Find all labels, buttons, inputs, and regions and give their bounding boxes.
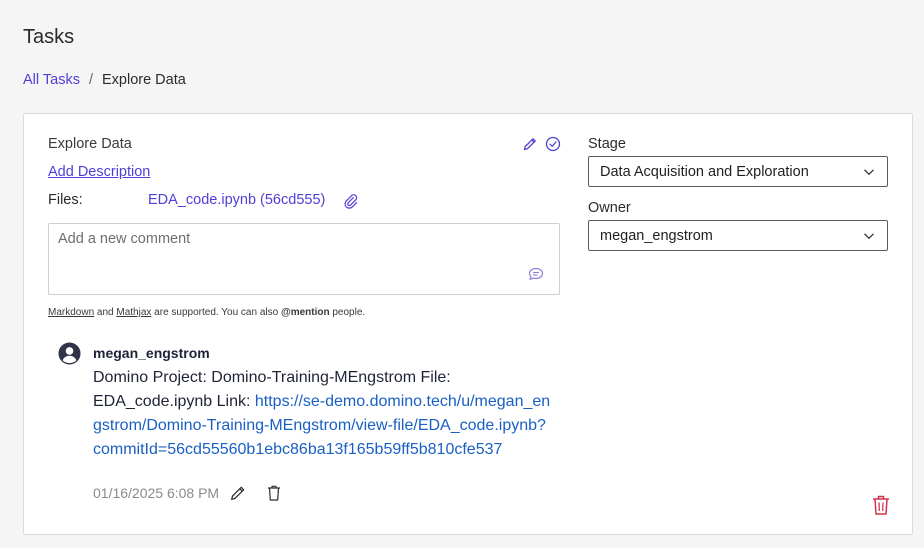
comment-body: Domino Project: Domino-Training-MEngstro… [93,366,553,462]
owner-label: Owner [588,200,631,216]
paperclip-icon [344,194,358,209]
formatting-help-text: Markdown and Mathjax are supported. You … [48,307,365,318]
check-circle-icon [545,136,561,152]
owner-value: megan_engstrom [600,227,713,244]
pencil-icon [523,138,536,151]
stage-select[interactable]: Data Acquisition and Exploration [588,156,888,187]
markdown-link[interactable]: Markdown [48,307,94,318]
help-and: and [94,307,117,318]
chevron-down-icon [864,232,874,239]
page-title: Tasks [23,26,75,48]
complete-task-button[interactable] [544,135,562,153]
mathjax-link[interactable]: Mathjax [116,307,151,318]
chevron-down-icon [864,168,874,175]
edit-comment-button[interactable] [229,484,247,502]
breadcrumb-all-tasks-link[interactable]: All Tasks [23,72,80,88]
task-title: Explore Data [48,136,132,152]
add-description-link[interactable]: Add Description [48,164,150,180]
comment-input[interactable] [48,223,560,295]
help-mention: @mention [280,307,330,318]
files-label: Files: [48,192,83,208]
comment-timestamp: 01/16/2025 6:08 PM [93,485,220,501]
stage-label: Stage [588,136,626,152]
breadcrumb: All Tasks / Explore Data [23,72,186,88]
user-avatar-icon [58,342,81,365]
stage-value: Data Acquisition and Exploration [600,163,809,180]
comment-icon [528,267,544,281]
breadcrumb-separator: / [88,72,93,88]
help-middle: are supported. You can also [151,307,281,318]
owner-select[interactable]: megan_engstrom [588,220,888,251]
help-end: people. [329,307,366,318]
trash-icon [873,495,889,515]
attach-file-button[interactable] [342,192,360,210]
trash-icon [268,485,281,501]
breadcrumb-current: Explore Data [101,72,186,88]
title-actions [521,135,562,153]
delete-task-button[interactable] [870,494,892,516]
pencil-icon [231,486,245,500]
file-link[interactable]: EDA_code.ipynb (56cd555) [148,192,325,208]
task-card: Explore Data Add Description Files: EDA_… [23,113,913,535]
comment-author: megan_engstrom [93,345,210,361]
comment-meta: 01/16/2025 6:08 PM [93,484,283,502]
delete-comment-button[interactable] [265,484,283,502]
submit-comment-button[interactable] [527,265,545,283]
edit-title-button[interactable] [521,135,539,153]
